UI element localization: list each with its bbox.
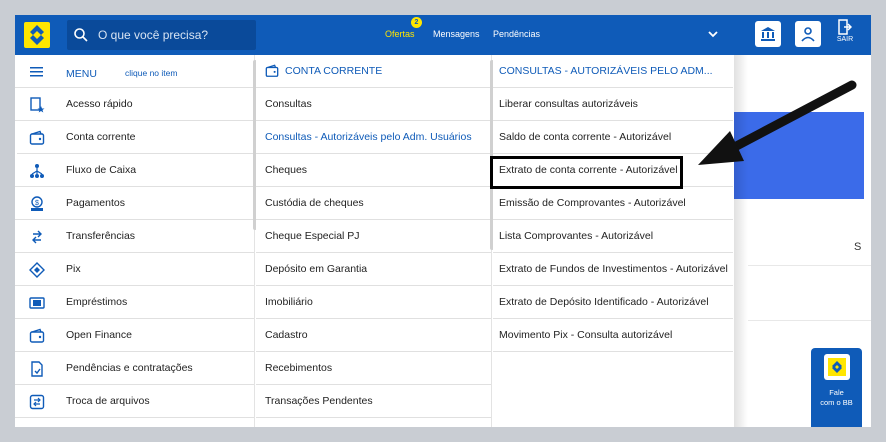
- consulta-item-extrato[interactable]: Extrato de conta corrente - Autorizável: [493, 154, 733, 187]
- menu-item-label: Transferências: [66, 230, 136, 242]
- submenu-item[interactable]: Recebimentos: [256, 352, 491, 385]
- menu-item-pix[interactable]: Pix: [15, 253, 254, 286]
- menu-item-label: Open Finance: [66, 329, 132, 341]
- search-box[interactable]: [67, 20, 256, 50]
- submenu-consultas-autorizaveis: CONSULTAS - AUTORIZÁVEIS PELO ADM... Lib…: [493, 55, 733, 427]
- submenu-title: CONTA CORRENTE: [285, 65, 383, 77]
- bank-button[interactable]: [755, 21, 781, 47]
- consulta-item[interactable]: Lista Comprovantes - Autorizável: [493, 220, 733, 253]
- divider: [748, 265, 871, 266]
- submenu-header: CONSULTAS - AUTORIZÁVEIS PELO ADM...: [493, 55, 733, 88]
- wallet-icon: [29, 130, 45, 145]
- menu-item-label: Pendências e contratações: [66, 362, 193, 374]
- logout-icon: [838, 19, 852, 35]
- menu-shadow: [734, 55, 748, 427]
- nav-mensagens[interactable]: Mensagens: [433, 29, 480, 39]
- open-finance-icon: [29, 328, 45, 343]
- quick-access-icon: [30, 97, 45, 113]
- top-bar: Ofertas 2 Mensagens Pendências: [15, 15, 871, 55]
- banner-block: [734, 112, 864, 199]
- consulta-item[interactable]: Extrato de Fundos de Investimentos - Aut…: [493, 253, 733, 286]
- consulta-item[interactable]: Emissão de Comprovantes - Autorizável: [493, 187, 733, 220]
- menu-item-pagamentos[interactable]: $ Pagamentos: [15, 187, 254, 220]
- submenu-item[interactable]: Transações Pendentes: [256, 385, 491, 418]
- fale-label-line1: Fale: [829, 388, 844, 397]
- menu-item-emprestimos[interactable]: Empréstimos: [15, 286, 254, 319]
- background-text: S: [854, 241, 862, 253]
- fale-label-line2: com o BB: [820, 398, 853, 407]
- main-menu: MENU clique no item Acesso rápido Conta …: [15, 55, 255, 427]
- user-button[interactable]: [795, 21, 821, 47]
- menu-title: MENU: [66, 68, 97, 80]
- submenu-item[interactable]: Cheque Especial PJ: [256, 220, 491, 253]
- menu-hint: clique no item: [125, 68, 178, 78]
- menu-item-open-finance[interactable]: Open Finance: [15, 319, 254, 352]
- nav-ofertas[interactable]: Ofertas: [385, 29, 415, 39]
- loans-icon: [29, 297, 45, 309]
- svg-text:$: $: [35, 200, 39, 207]
- menu-item-label: Pix: [66, 263, 81, 275]
- submenu-item[interactable]: Cheques: [256, 154, 491, 187]
- bank-icon: [761, 27, 775, 41]
- consulta-item[interactable]: Liberar consultas autorizáveis: [493, 88, 733, 121]
- menu-item-label: Pagamentos: [66, 197, 125, 209]
- bb-logo-icon: [30, 25, 44, 45]
- transfer-icon: [32, 230, 42, 244]
- fale-com-bb-button[interactable]: Fale com o BB: [811, 348, 862, 427]
- menu-item-troca-de-arquivos[interactable]: Troca de arquivos: [15, 385, 254, 418]
- submenu-item[interactable]: Depósito em Garantia: [256, 253, 491, 286]
- bb-logo[interactable]: [24, 22, 50, 48]
- pending-icon: [31, 361, 43, 377]
- logout-label: SAIR: [836, 36, 854, 43]
- ofertas-badge: 2: [411, 17, 422, 28]
- submenu-item[interactable]: Consultas: [256, 88, 491, 121]
- search-input[interactable]: [98, 26, 248, 44]
- hamburger-icon[interactable]: [29, 65, 45, 79]
- consulta-item[interactable]: Extrato de Depósito Identificado - Autor…: [493, 286, 733, 319]
- submenu-header: CONTA CORRENTE: [256, 55, 491, 88]
- search-icon: [74, 28, 88, 42]
- menu-item-conta-corrente[interactable]: Conta corrente: [15, 121, 254, 154]
- app-window: Ofertas 2 Mensagens Pendências: [15, 15, 871, 427]
- menu-item-label: Fluxo de Caixa: [66, 164, 137, 176]
- payments-icon: $: [31, 196, 43, 211]
- menu-item-acesso-rapido[interactable]: Acesso rápido: [15, 88, 254, 121]
- menu-item-label: Empréstimos: [66, 296, 128, 308]
- menu-item-transferencias[interactable]: Transferências: [15, 220, 254, 253]
- submenu-item[interactable]: Imobiliário: [256, 286, 491, 319]
- submenu-item[interactable]: Cadastro: [256, 319, 491, 352]
- file-exchange-icon: [29, 394, 45, 410]
- wallet-icon: [265, 64, 279, 77]
- submenu-conta-corrente: CONTA CORRENTE Consultas Consultas - Aut…: [256, 55, 492, 427]
- menu-item-fluxo-de-caixa[interactable]: Fluxo de Caixa: [15, 154, 254, 187]
- chat-icon: [823, 354, 850, 380]
- pix-icon: [29, 262, 45, 278]
- divider: [748, 320, 871, 321]
- menu-item-pendencias[interactable]: Pendências e contratações: [15, 352, 254, 385]
- nav-pendencias[interactable]: Pendências: [493, 29, 540, 39]
- menu-item-label: Acesso rápido: [66, 98, 133, 110]
- user-icon: [801, 27, 815, 42]
- cash-flow-icon: [30, 164, 44, 178]
- menu-item-label: Troca de arquivos: [66, 395, 150, 407]
- submenu-item[interactable]: Custódia de cheques: [256, 187, 491, 220]
- menu-header: MENU clique no item: [15, 55, 254, 88]
- consulta-item[interactable]: Saldo de conta corrente - Autorizável: [493, 121, 733, 154]
- menu-item-label: Conta corrente: [66, 131, 136, 143]
- logout-button[interactable]: SAIR: [833, 19, 857, 43]
- consulta-item[interactable]: Movimento Pix - Consulta autorizável: [493, 319, 733, 352]
- submenu-item-selected[interactable]: Consultas - Autorizáveis pelo Adm. Usuár…: [256, 121, 491, 154]
- chevron-down-icon[interactable]: [707, 28, 719, 40]
